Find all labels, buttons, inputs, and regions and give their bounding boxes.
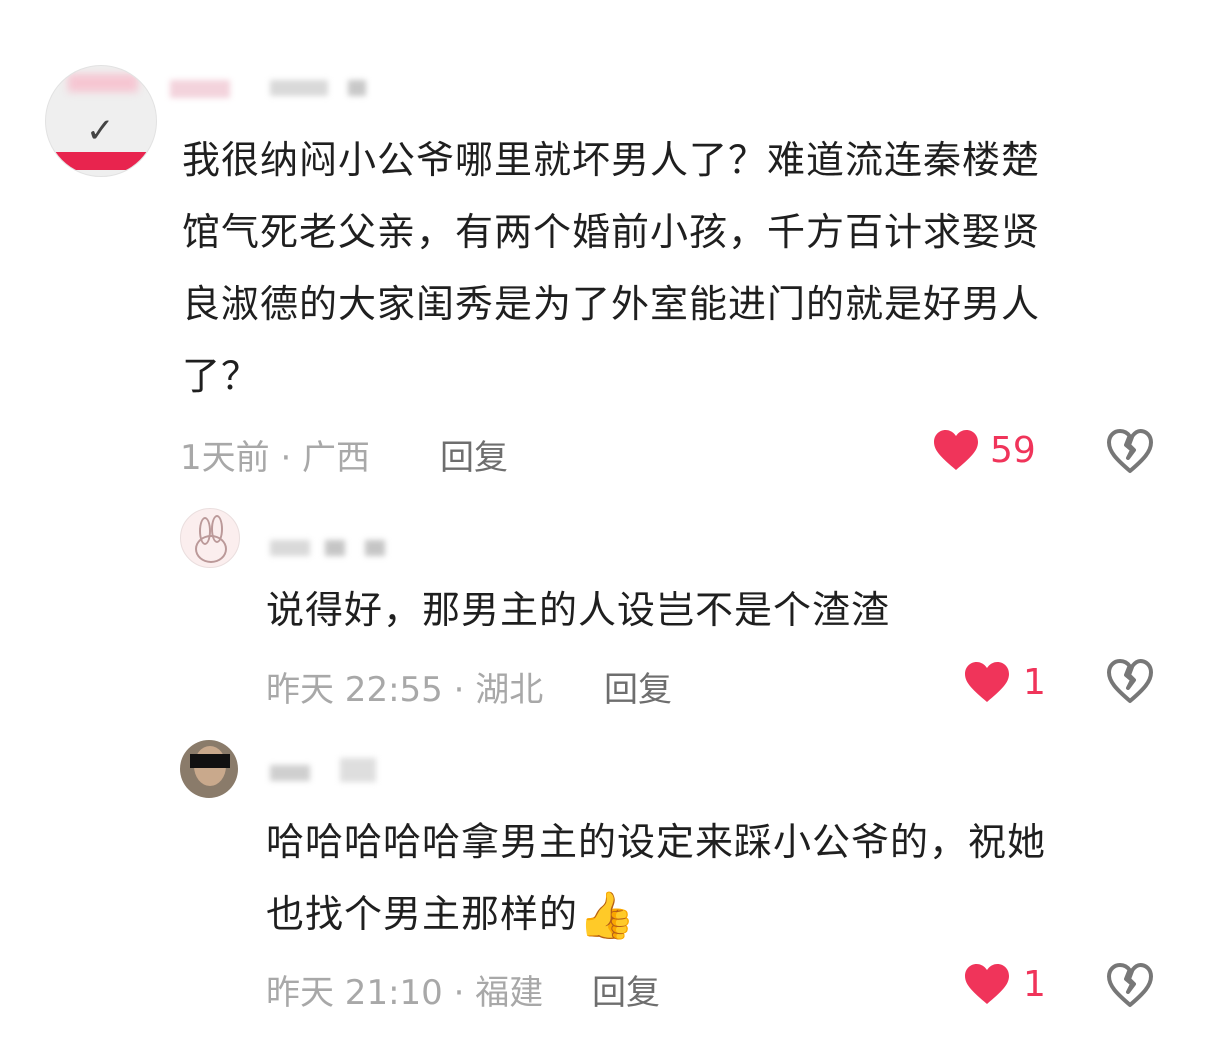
like-button[interactable]: 1 [963,962,1046,1006]
like-button[interactable]: 59 [932,428,1036,472]
reply-button[interactable]: 回复 [440,430,508,479]
like-count: 1 [1023,661,1046,703]
avatar[interactable] [180,508,240,568]
avatar[interactable]: ✓ [45,65,157,177]
like-button[interactable]: 1 [963,660,1046,704]
like-count: 59 [990,429,1036,471]
comment-text: 说得好，那男主的人设岂不是个渣渣 [266,588,891,632]
broken-heart-icon[interactable] [1106,658,1154,704]
heart-icon [965,662,1009,702]
reply-button[interactable]: 回复 [592,965,660,1014]
like-count: 1 [1023,963,1046,1005]
comment-meta: 1天前 · 广西 [180,438,371,478]
avatar[interactable] [180,740,238,798]
thumbs-up-icon: 👍 [578,888,637,942]
broken-heart-icon[interactable] [1106,428,1154,474]
comment-text: 我很纳闷小公爷哪里就坏男人了？难道流连秦楼楚 馆气死老父亲，有两个婚前小孩，千方… [182,138,1041,398]
reply-button[interactable]: 回复 [604,662,672,711]
comment-text: 哈哈哈哈哈拿男主的设定来踩小公爷的，祝她 也找个男主那样的👍 [266,820,1047,942]
comment-meta: 昨天 22:55 · 湖北 [266,670,544,710]
broken-heart-icon[interactable] [1106,962,1154,1008]
comment-meta: 昨天 21:10 · 福建 [266,973,544,1013]
heart-icon [965,964,1009,1004]
heart-icon [934,430,978,470]
check-icon: ✓ [86,111,115,151]
